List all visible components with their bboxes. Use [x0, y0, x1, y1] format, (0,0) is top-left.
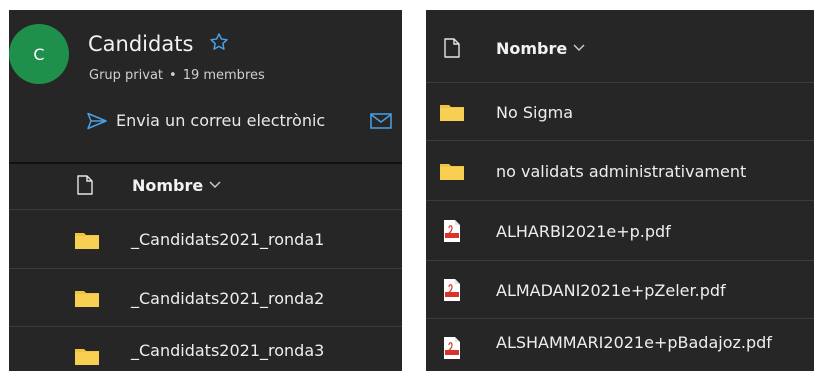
folder-contents-panel: Nombre No Sigma no validats administrati… — [426, 10, 814, 371]
list-item[interactable]: ALHARBI2021e+p.pdf — [426, 200, 814, 261]
group-members[interactable]: 19 membres — [183, 68, 265, 83]
group-subtitle: Grup privat • 19 membres — [89, 68, 265, 83]
item-name: No Sigma — [496, 102, 573, 122]
item-name: ALSHAMMARI2021e+pBadajoz.pdf — [496, 333, 772, 352]
list-item[interactable]: _Candidats2021_ronda1 — [9, 209, 402, 269]
column-header-row: Nombre — [9, 165, 402, 205]
group-files-panel: C Candidats Grup privat • 19 membres Envia… — [9, 10, 402, 371]
item-name: no validats administrativament — [496, 161, 747, 181]
send-icon — [87, 112, 107, 130]
file-type-icon — [442, 37, 462, 59]
group-avatar[interactable]: C — [9, 24, 69, 84]
file-type-icon — [75, 174, 95, 196]
chevron-down-icon — [573, 44, 585, 52]
pdf-icon — [440, 201, 464, 261]
list-item[interactable]: _Candidats2021_ronda3 — [9, 326, 402, 371]
folder-icon — [73, 269, 101, 327]
group-title: Candidats — [88, 32, 194, 56]
list-item[interactable]: ALMADANI2021e+pZeler.pdf — [426, 260, 814, 319]
list-item[interactable]: ALSHAMMARI2021e+pBadajoz.pdf — [426, 318, 814, 371]
item-name: _Candidats2021_ronda1 — [131, 230, 325, 249]
item-name: ALHARBI2021e+p.pdf — [496, 221, 671, 241]
column-header-row: Nombre — [426, 28, 814, 68]
item-name: _Candidats2021_ronda3 — [131, 341, 325, 360]
sort-by-name-button[interactable]: Nombre — [132, 176, 221, 195]
column-header-name: Nombre — [496, 38, 568, 58]
folder-icon — [73, 210, 101, 269]
mail-icon[interactable] — [370, 113, 392, 129]
item-name: ALMADANI2021e+pZeler.pdf — [496, 280, 726, 300]
header-divider — [9, 162, 402, 164]
folder-icon — [73, 333, 101, 371]
pdf-icon — [440, 261, 464, 319]
list-item[interactable]: _Candidats2021_ronda2 — [9, 268, 402, 327]
folder-icon — [438, 141, 466, 201]
avatar-letter: C — [33, 44, 45, 64]
folder-icon — [438, 83, 466, 141]
send-email-label: Envia un correu electrònic — [116, 111, 326, 130]
column-header-name: Nombre — [132, 175, 204, 195]
send-email-button[interactable]: Envia un correu electrònic — [87, 111, 325, 130]
sort-by-name-button[interactable]: Nombre — [496, 39, 585, 58]
list-item[interactable]: No Sigma — [426, 82, 814, 141]
list-item[interactable]: no validats administrativament — [426, 140, 814, 201]
separator-dot: • — [169, 68, 177, 83]
chevron-down-icon — [209, 181, 221, 189]
group-privacy: Grup privat — [89, 68, 164, 83]
favorite-star-icon[interactable] — [208, 31, 230, 53]
item-name: _Candidats2021_ronda2 — [131, 288, 325, 308]
pdf-icon — [440, 324, 464, 371]
